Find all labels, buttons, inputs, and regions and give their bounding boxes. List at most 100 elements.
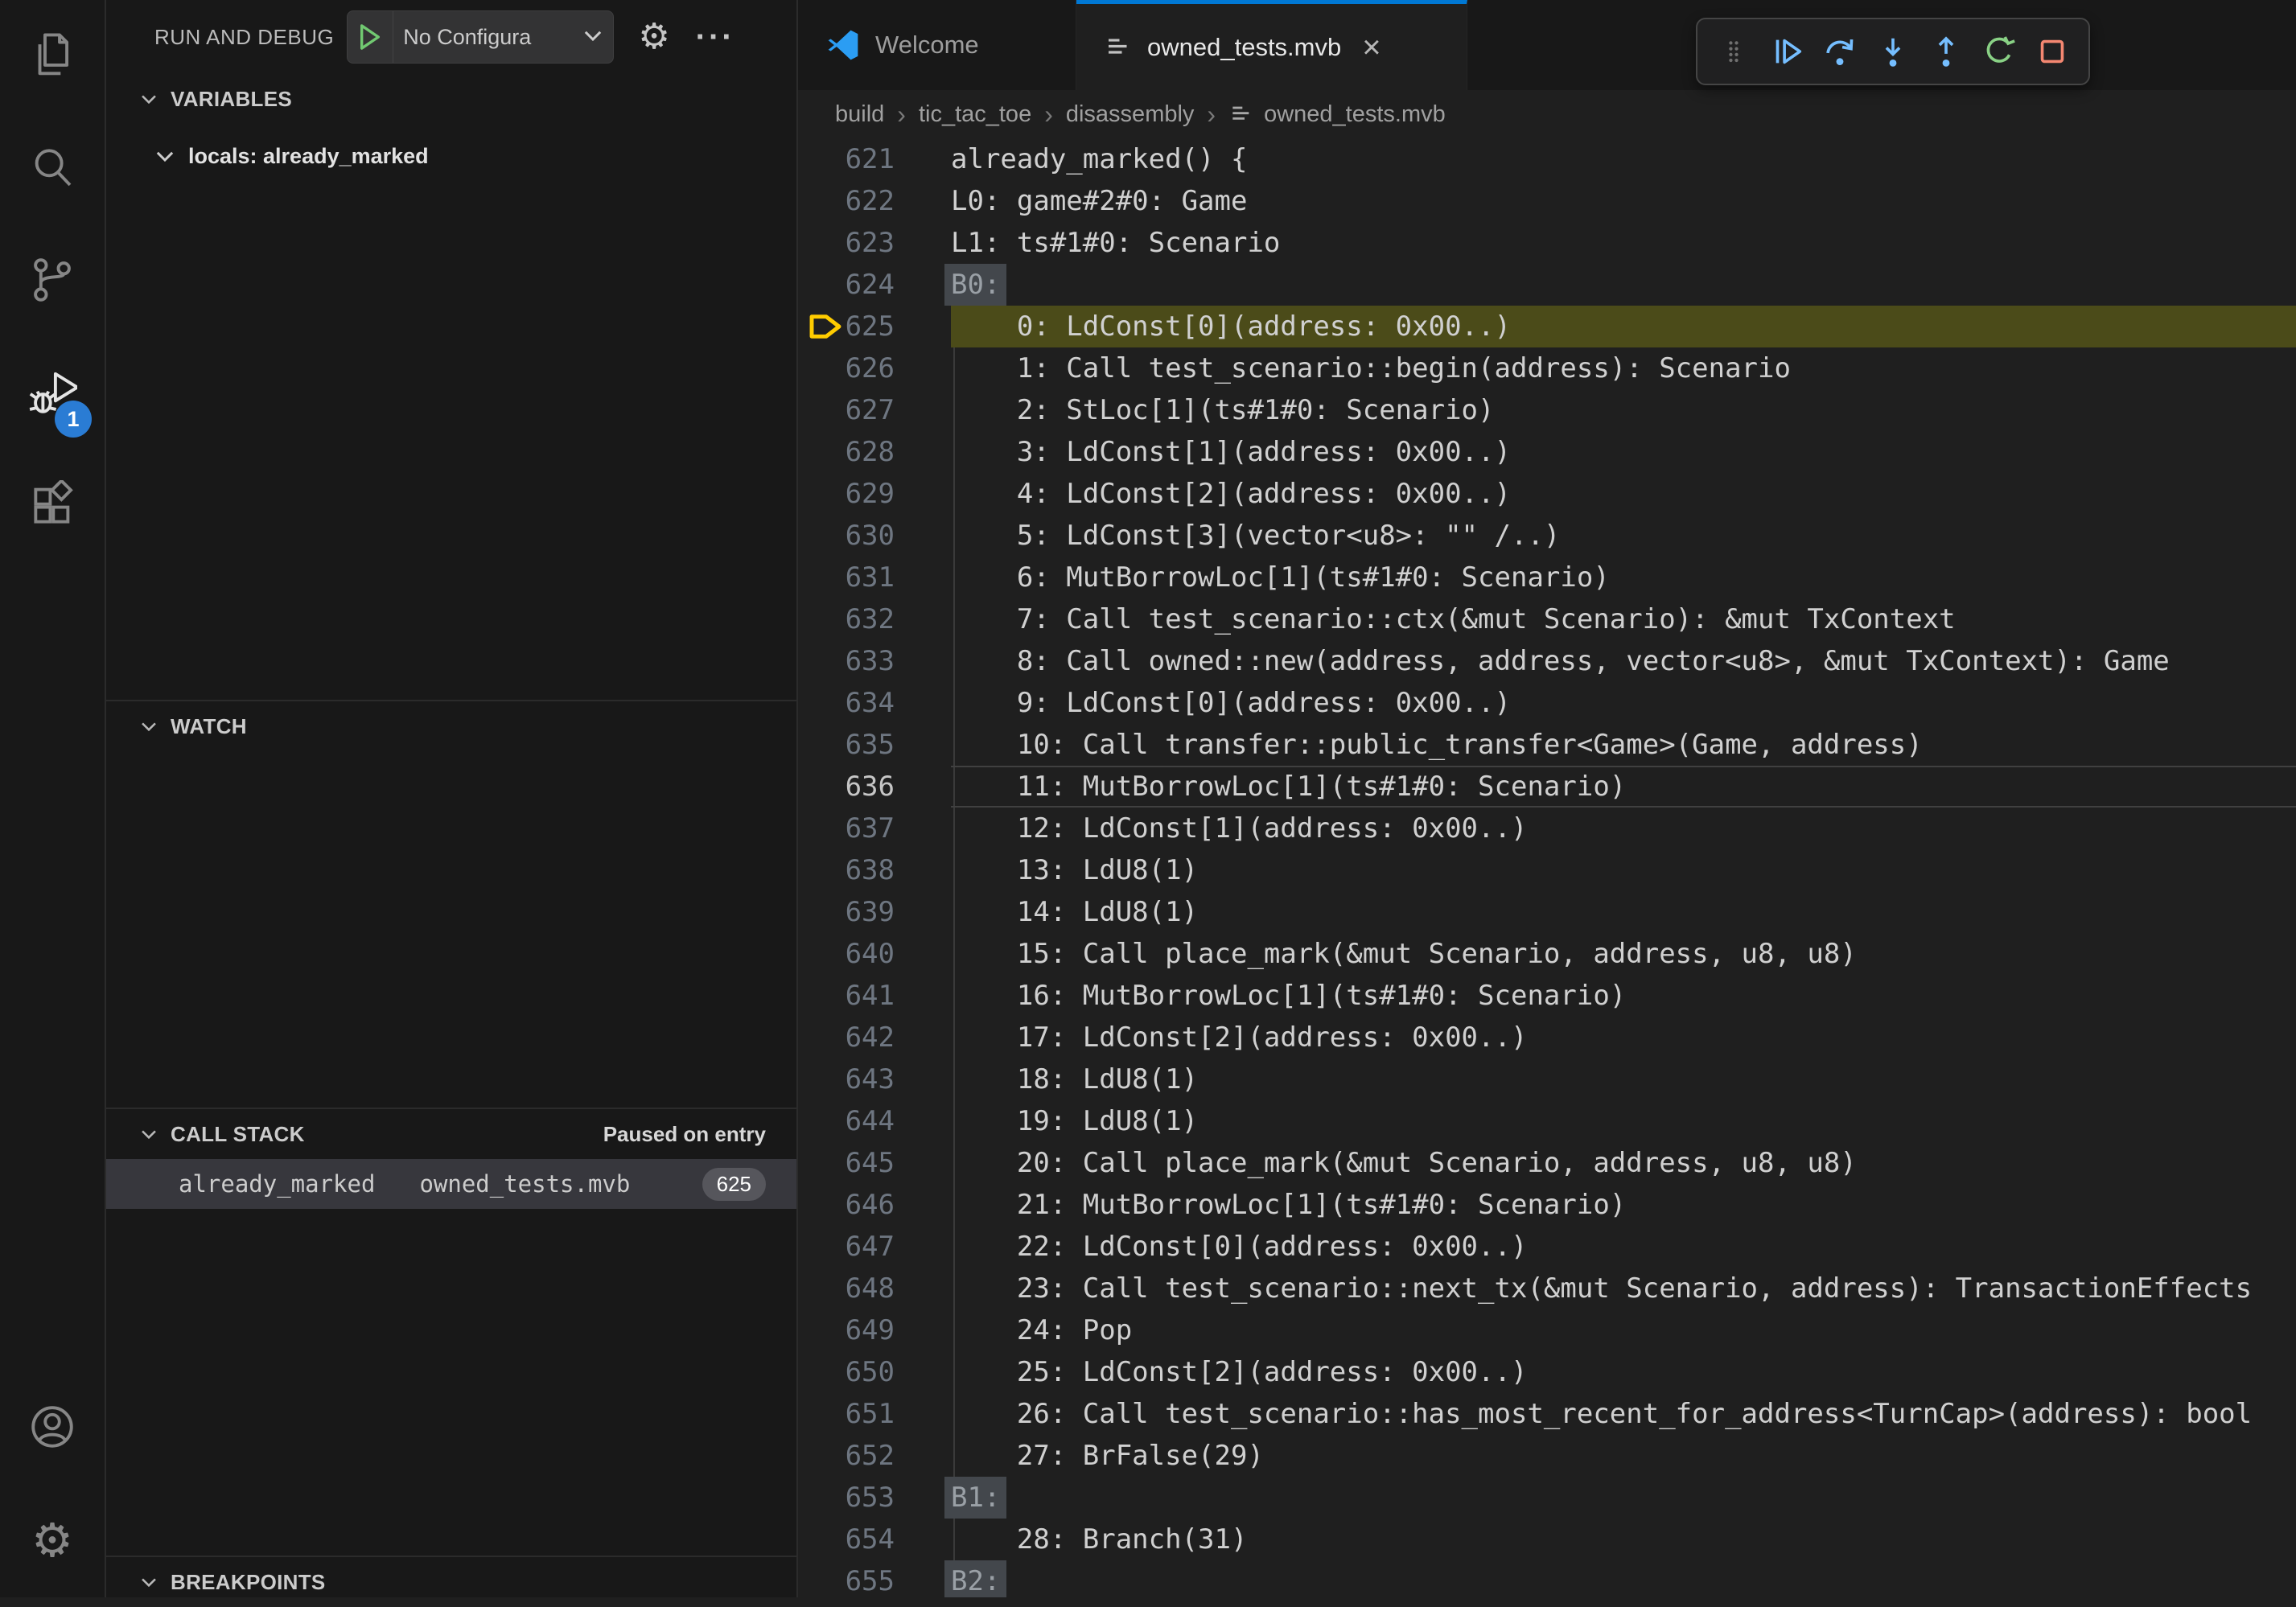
breakpoint-gutter[interactable] bbox=[798, 1058, 843, 1100]
account-button[interactable] bbox=[0, 1372, 105, 1485]
code-line-text[interactable]: 26: Call test_scenario::has_most_recent_… bbox=[951, 1393, 2296, 1435]
continue-button[interactable] bbox=[1762, 27, 1812, 76]
code-line-634[interactable]: 634 9: LdConst[0](address: 0x00..) bbox=[798, 682, 2296, 724]
code-line-text[interactable]: 15: Call place_mark(&mut Scenario, addre… bbox=[951, 933, 2296, 975]
code-line-text[interactable]: 7: Call test_scenario::ctx(&mut Scenario… bbox=[951, 598, 2296, 640]
code-line-654[interactable]: 654 28: Branch(31) bbox=[798, 1519, 2296, 1560]
breakpoint-gutter[interactable] bbox=[798, 975, 843, 1017]
code-line-653[interactable]: 653B1: bbox=[798, 1477, 2296, 1519]
breakpoint-gutter[interactable] bbox=[798, 473, 843, 515]
tab-owned-tests[interactable]: owned_tests.mvb × bbox=[1076, 0, 1467, 90]
code-editor[interactable]: 621already_marked() {622L0: game#2#0: Ga… bbox=[798, 138, 2296, 1597]
breakpoint-gutter[interactable] bbox=[798, 766, 843, 808]
watch-section-header[interactable]: WATCH bbox=[106, 701, 796, 751]
code-line-text[interactable]: 22: LdConst[0](address: 0x00..) bbox=[951, 1226, 2296, 1268]
code-line-652[interactable]: 652 27: BrFalse(29) bbox=[798, 1435, 2296, 1477]
code-line-647[interactable]: 647 22: LdConst[0](address: 0x00..) bbox=[798, 1226, 2296, 1268]
code-line-651[interactable]: 651 26: Call test_scenario::has_most_rec… bbox=[798, 1393, 2296, 1435]
code-line-text[interactable]: 21: MutBorrowLoc[1](ts#1#0: Scenario) bbox=[951, 1184, 2296, 1226]
sidebar-item-run-and-debug[interactable]: 1 bbox=[0, 338, 105, 450]
breakpoint-gutter[interactable] bbox=[798, 389, 843, 431]
code-line-text[interactable]: 24: Pop bbox=[951, 1309, 2296, 1351]
settings-button[interactable]: ⚙ bbox=[0, 1485, 105, 1597]
breakpoint-gutter[interactable] bbox=[798, 1560, 843, 1597]
breakpoint-gutter[interactable] bbox=[798, 1142, 843, 1184]
code-line-text[interactable]: 5: LdConst[3](vector<u8>: "" /..) bbox=[951, 515, 2296, 557]
code-line-text[interactable]: 4: LdConst[2](address: 0x00..) bbox=[951, 473, 2296, 515]
code-line-648[interactable]: 648 23: Call test_scenario::next_tx(&mut… bbox=[798, 1268, 2296, 1309]
breakpoint-gutter[interactable] bbox=[798, 1519, 843, 1560]
breakpoint-gutter[interactable] bbox=[798, 515, 843, 557]
code-line-655[interactable]: 655B2: bbox=[798, 1560, 2296, 1597]
breakpoint-gutter[interactable] bbox=[798, 640, 843, 682]
code-line-642[interactable]: 642 17: LdConst[2](address: 0x00..) bbox=[798, 1017, 2296, 1058]
code-line-text[interactable]: 17: LdConst[2](address: 0x00..) bbox=[951, 1017, 2296, 1058]
drag-handle-icon[interactable] bbox=[1709, 27, 1759, 76]
sidebar-item-search[interactable] bbox=[0, 113, 105, 225]
step-over-button[interactable] bbox=[1815, 27, 1865, 76]
code-line-text[interactable]: 8: Call owned::new(address, address, vec… bbox=[951, 640, 2296, 682]
breadcrumb-item-disassembly[interactable]: disassembly bbox=[1066, 101, 1195, 128]
breakpoint-gutter[interactable] bbox=[798, 1477, 843, 1519]
breakpoint-gutter[interactable] bbox=[798, 933, 843, 975]
code-line-631[interactable]: 631 6: MutBorrowLoc[1](ts#1#0: Scenario) bbox=[798, 557, 2296, 598]
breakpoint-gutter[interactable] bbox=[798, 347, 843, 389]
code-line-text[interactable]: 13: LdU8(1) bbox=[951, 849, 2296, 891]
sidebar-item-extensions[interactable] bbox=[0, 450, 105, 563]
code-line-text[interactable]: 23: Call test_scenario::next_tx(&mut Sce… bbox=[951, 1268, 2296, 1309]
breakpoint-gutter[interactable] bbox=[798, 222, 843, 264]
code-line-text[interactable]: 28: Branch(31) bbox=[951, 1519, 2296, 1560]
breakpoint-gutter[interactable] bbox=[798, 1393, 843, 1435]
breakpoint-gutter[interactable] bbox=[798, 1100, 843, 1142]
breakpoint-gutter[interactable] bbox=[798, 598, 843, 640]
code-line-650[interactable]: 650 25: LdConst[2](address: 0x00..) bbox=[798, 1351, 2296, 1393]
code-line-622[interactable]: 622L0: game#2#0: Game bbox=[798, 180, 2296, 222]
code-line-628[interactable]: 628 3: LdConst[1](address: 0x00..) bbox=[798, 431, 2296, 473]
code-line-text[interactable]: already_marked() { bbox=[951, 138, 2296, 180]
breakpoint-gutter[interactable] bbox=[798, 264, 843, 306]
code-line-627[interactable]: 627 2: StLoc[1](ts#1#0: Scenario) bbox=[798, 389, 2296, 431]
code-line-text[interactable]: 1: Call test_scenario::begin(address): S… bbox=[951, 347, 2296, 389]
breakpoint-gutter[interactable] bbox=[798, 431, 843, 473]
close-icon[interactable]: × bbox=[1362, 31, 1380, 64]
breakpoint-gutter[interactable] bbox=[798, 808, 843, 849]
code-line-629[interactable]: 629 4: LdConst[2](address: 0x00..) bbox=[798, 473, 2296, 515]
code-line-text[interactable]: B0: bbox=[951, 264, 2296, 306]
code-line-text[interactable]: 3: LdConst[1](address: 0x00..) bbox=[951, 431, 2296, 473]
code-line-text[interactable]: 6: MutBorrowLoc[1](ts#1#0: Scenario) bbox=[951, 557, 2296, 598]
code-line-639[interactable]: 639 14: LdU8(1) bbox=[798, 891, 2296, 933]
code-line-644[interactable]: 644 19: LdU8(1) bbox=[798, 1100, 2296, 1142]
code-line-text[interactable]: 27: BrFalse(29) bbox=[951, 1435, 2296, 1477]
breakpoints-section-header[interactable]: BREAKPOINTS bbox=[106, 1557, 796, 1607]
debug-settings-gear-icon[interactable]: ⚙ bbox=[638, 19, 669, 55]
restart-button[interactable] bbox=[1974, 27, 2024, 76]
code-line-text[interactable]: 18: LdU8(1) bbox=[951, 1058, 2296, 1100]
code-line-645[interactable]: 645 20: Call place_mark(&mut Scenario, a… bbox=[798, 1142, 2296, 1184]
code-line-649[interactable]: 649 24: Pop bbox=[798, 1309, 2296, 1351]
breakpoint-gutter[interactable] bbox=[798, 891, 843, 933]
code-line-text[interactable]: 12: LdConst[1](address: 0x00..) bbox=[951, 808, 2296, 849]
code-line-625[interactable]: 625 0: LdConst[0](address: 0x00..) bbox=[798, 306, 2296, 347]
code-line-638[interactable]: 638 13: LdU8(1) bbox=[798, 849, 2296, 891]
more-actions-icon[interactable]: ··· bbox=[696, 31, 735, 43]
debug-config-dropdown[interactable]: No Configura bbox=[347, 10, 614, 64]
breakpoint-gutter[interactable] bbox=[798, 724, 843, 766]
code-line-646[interactable]: 646 21: MutBorrowLoc[1](ts#1#0: Scenario… bbox=[798, 1184, 2296, 1226]
breadcrumb-item-tic-tac-toe[interactable]: tic_tac_toe bbox=[919, 101, 1031, 128]
code-line-640[interactable]: 640 15: Call place_mark(&mut Scenario, a… bbox=[798, 933, 2296, 975]
code-line-text[interactable]: 14: LdU8(1) bbox=[951, 891, 2296, 933]
breakpoint-gutter[interactable] bbox=[798, 306, 843, 347]
breakpoint-gutter[interactable] bbox=[798, 682, 843, 724]
breakpoint-gutter[interactable] bbox=[798, 849, 843, 891]
code-line-text[interactable]: 9: LdConst[0](address: 0x00..) bbox=[951, 682, 2296, 724]
code-line-641[interactable]: 641 16: MutBorrowLoc[1](ts#1#0: Scenario… bbox=[798, 975, 2296, 1017]
code-line-632[interactable]: 632 7: Call test_scenario::ctx(&mut Scen… bbox=[798, 598, 2296, 640]
start-debug-icon[interactable] bbox=[348, 11, 393, 63]
breadcrumb-item-build[interactable]: build bbox=[835, 101, 884, 128]
step-out-button[interactable] bbox=[1921, 27, 1971, 76]
breakpoint-gutter[interactable] bbox=[798, 1268, 843, 1309]
code-line-637[interactable]: 637 12: LdConst[1](address: 0x00..) bbox=[798, 808, 2296, 849]
code-line-text[interactable]: 25: LdConst[2](address: 0x00..) bbox=[951, 1351, 2296, 1393]
code-line-text[interactable]: 2: StLoc[1](ts#1#0: Scenario) bbox=[951, 389, 2296, 431]
breakpoint-gutter[interactable] bbox=[798, 138, 843, 180]
